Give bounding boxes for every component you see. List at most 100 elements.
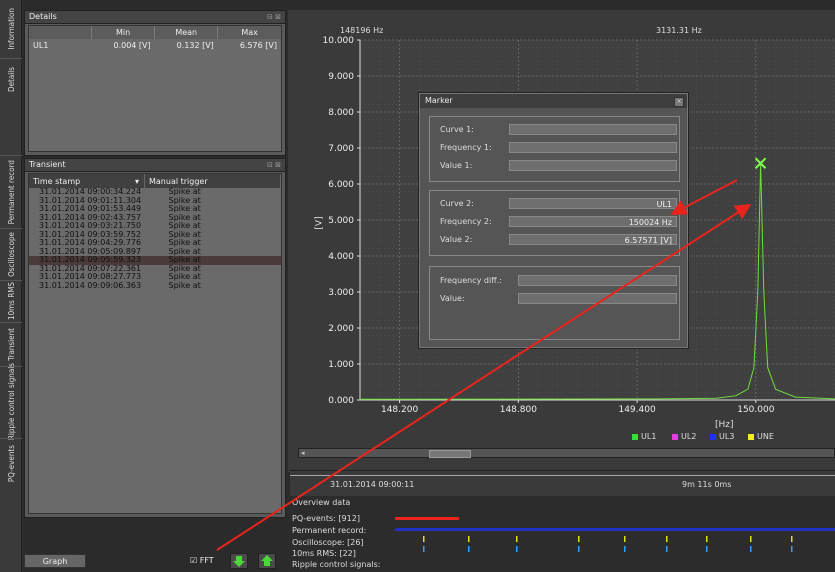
transient-col-timestamp[interactable]: Time stamp ▾ [29, 174, 145, 188]
oscilloscope-event [666, 536, 668, 542]
oscilloscope-event [791, 536, 793, 542]
marker-group-2: Curve 2: UL1 Frequency 2: 150024 Hz Value … [429, 190, 680, 256]
oscilloscope-event [578, 536, 580, 542]
marker-dialog[interactable]: Marker × Curve 1: Frequency 1: Value 1: … [419, 93, 688, 348]
oscilloscope-event [468, 536, 470, 542]
scrollbar-thumb[interactable] [429, 450, 471, 458]
transient-trigger: Spike at [144, 255, 281, 265]
transient-col-trigger[interactable]: Manual trigger [144, 174, 281, 188]
y-axis-label: [V] [314, 216, 325, 230]
y-tick-label: 4.000 [328, 252, 354, 262]
tab-transient-label: Transient [6, 327, 16, 361]
y-tick-label: 2.000 [328, 324, 354, 334]
tab-10ms-rms[interactable]: 10ms RMS [0, 280, 22, 321]
tab-pq-events[interactable]: PQ-events [0, 438, 22, 489]
y-tick-label: 10.000 [323, 36, 355, 46]
legend-swatch [710, 433, 716, 440]
transient-trigger: Spike at [168, 263, 201, 273]
details-col-name[interactable] [29, 26, 92, 39]
legend-ul1[interactable]: UL1 [632, 432, 656, 441]
chevron-down-icon[interactable]: ▾ [135, 177, 139, 186]
details-row-name: UL1 [33, 41, 49, 50]
details-col-min[interactable]: Min [90, 26, 155, 39]
transient-trigger: Spike at [168, 212, 201, 222]
scroll-left-icon[interactable]: ◂ [301, 449, 305, 457]
tab-oscilloscope[interactable]: Oscilloscope [0, 228, 22, 279]
pq-events-highlight [395, 517, 459, 520]
legend-label: UL1 [641, 432, 657, 441]
overview-event-strip[interactable] [288, 496, 835, 572]
oscilloscope-event [516, 536, 518, 542]
freqdiff-label: Frequency diff.: [440, 276, 502, 285]
arrow-down-icon [233, 556, 245, 567]
y-tick-label: 8.000 [328, 108, 354, 118]
curve1-label: Curve 1: [440, 125, 474, 134]
close-icon[interactable]: × [674, 97, 684, 107]
value1-field[interactable] [509, 160, 677, 171]
col-timestamp-label: Time stamp [33, 176, 81, 186]
rms-event [666, 546, 668, 552]
table-row[interactable]: 31.01.2014 09:09:06.363 Spike at [29, 280, 281, 291]
tab-ripple-control-signals[interactable]: Ripple control signals [0, 363, 22, 441]
legend-une[interactable]: UNE [748, 432, 774, 441]
oscilloscope-event [706, 536, 708, 542]
tab-details-label: Details [6, 66, 16, 92]
details-col-max[interactable]: Max [217, 26, 281, 39]
rms-event [468, 546, 470, 552]
rms-event [516, 546, 518, 552]
timeline-start: 31.01.2014 09:00:11 [330, 480, 415, 489]
marker-group-1: Curve 1: Frequency 1: Value 1: [429, 116, 680, 182]
tab-transient[interactable]: Transient [0, 322, 22, 365]
y-tick-label: 3.000 [328, 288, 354, 298]
oscilloscope-event [624, 536, 626, 542]
legend-label: UNE [757, 432, 774, 441]
panel-float-close-icons[interactable]: ⊟ ⊠ [267, 11, 281, 23]
timeline-bar[interactable]: 31.01.2014 09:00:11 9m 11s 0ms [290, 470, 835, 496]
tab-details[interactable]: Details [0, 58, 22, 99]
marker-titlebar[interactable]: Marker [420, 94, 687, 108]
transient-timestamp: 31.01.2014 09:09:06.363 [39, 280, 142, 290]
panel-float-close-icons[interactable]: ⊟ ⊠ [267, 159, 281, 171]
freqdiff-field[interactable] [518, 275, 677, 286]
tab-pq-events-label: PQ-events [6, 445, 16, 483]
fft-checkbox[interactable]: ☑ FFT [190, 556, 214, 565]
curve2-field[interactable]: UL1 [509, 198, 677, 209]
permanent-record-bar [395, 528, 835, 531]
y-tick-label: 5.000 [328, 216, 354, 226]
table-row[interactable]: UL1 0.004 [V] 0.132 [V] 6.576 [V] [29, 39, 281, 52]
marker-title: Marker [425, 96, 453, 105]
transient-trigger: Spike at [168, 204, 201, 213]
rms-event [791, 546, 793, 552]
oscilloscope-event [423, 536, 425, 542]
transient-table: Time stamp ▾ Manual trigger 31.01.2014 0… [29, 174, 281, 290]
legend-ul2[interactable]: UL2 [672, 432, 696, 441]
marker-group-diff: Frequency diff.: Value: [429, 266, 680, 340]
tab-information[interactable]: Information [0, 2, 22, 56]
rms-event [624, 546, 626, 552]
transient-title: Transient [29, 160, 66, 169]
checkbox-icon[interactable]: ☑ [190, 556, 197, 565]
freq2-label: Frequency 2: [440, 217, 492, 226]
freq1-field[interactable] [509, 142, 677, 153]
chart-horizontal-scrollbar[interactable]: ◂ [298, 448, 835, 458]
transient-trigger: Spike at [168, 246, 201, 256]
x-tick-label: 148.200 [381, 405, 418, 415]
value-diff-field[interactable] [518, 293, 677, 304]
fft-label: FFT [199, 556, 214, 565]
timeline-line [290, 475, 835, 476]
arrow-up-icon [261, 555, 273, 566]
tab-ripple-control-signals-label: Ripple control signals [6, 363, 16, 441]
tab-permanent-record[interactable]: Permanent record [0, 155, 22, 228]
freq2-field[interactable]: 150024 Hz [509, 216, 677, 227]
move-up-button[interactable] [258, 553, 276, 569]
transient-trigger: Spike at [168, 195, 201, 205]
tab-information-label: Information [6, 8, 16, 50]
graph-button[interactable]: Graph [24, 554, 86, 568]
curve1-field[interactable] [509, 124, 677, 135]
move-down-button[interactable] [230, 553, 248, 569]
legend-ul3[interactable]: UL3 [710, 432, 734, 441]
value2-field[interactable]: 6.57571 [V] [509, 234, 677, 245]
details-panel: Details ⊟ ⊠ Min Mean Max UL1 0.004 [V] 0… [24, 10, 286, 156]
legend-label: UL3 [719, 432, 735, 441]
details-col-mean[interactable]: Mean [154, 26, 218, 39]
